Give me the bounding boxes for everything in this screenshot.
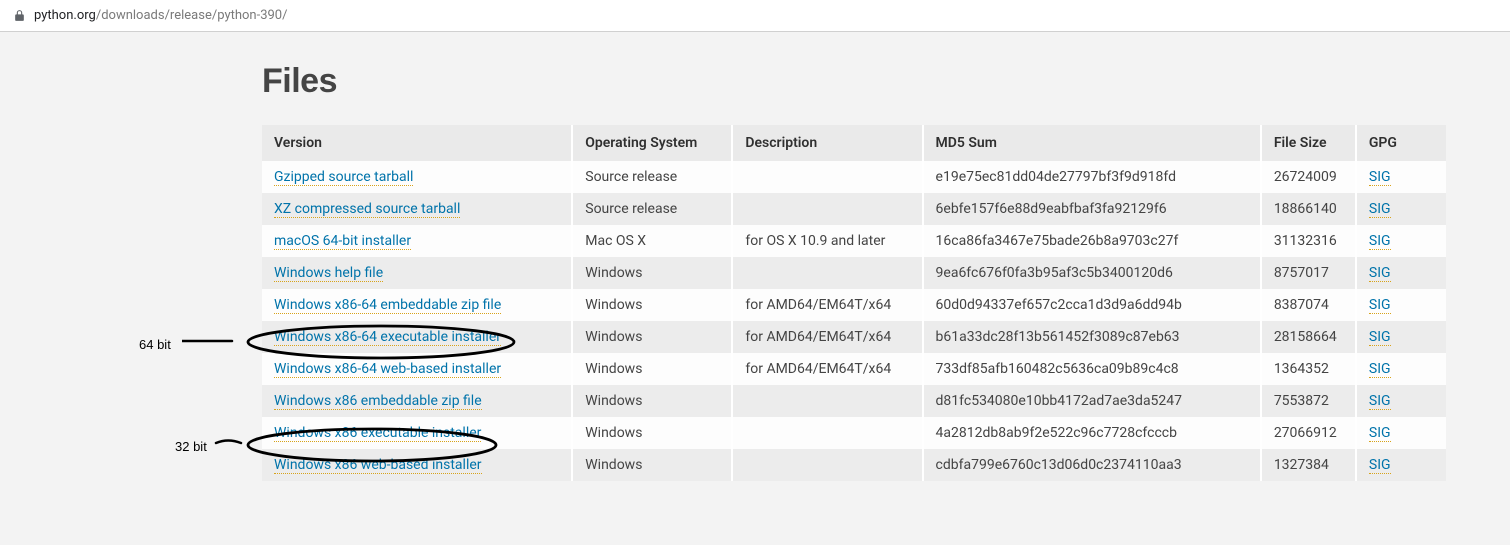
page-title: Files (262, 62, 1447, 101)
cell-size: 1327384 (1261, 449, 1356, 481)
cell-md5: 60d0d94337ef657c2cca1d3d9a6dd94b (923, 289, 1261, 321)
cell-os: Windows (572, 289, 732, 321)
cell-size: 7553872 (1261, 385, 1356, 417)
download-link[interactable]: XZ compressed source tarball (274, 201, 460, 218)
cell-os: Windows (572, 385, 732, 417)
cell-os: Windows (572, 321, 732, 353)
url-path: /downloads/release/python-390/ (96, 8, 288, 23)
col-desc: Description (732, 125, 922, 161)
table-row: Windows x86 embeddable zip file Windows d8… (262, 385, 1446, 417)
cell-desc: for AMD64/EM64T/x64 (732, 289, 922, 321)
sig-link[interactable]: SIG (1369, 361, 1391, 378)
annotation-label-64bit: 64 bit (139, 337, 171, 352)
content-wrap: Files Version Operating System Descripti… (262, 62, 1447, 481)
cell-md5: cdbfa799e6760c13d06d0c2374110aa3 (923, 449, 1261, 481)
download-link[interactable]: macOS 64-bit installer (274, 233, 411, 250)
cell-md5: e19e75ec81dd04de27797bf3f9d918fd (923, 161, 1261, 193)
cell-desc: for AMD64/EM64T/x64 (732, 353, 922, 385)
cell-size: 26724009 (1261, 161, 1356, 193)
sig-link[interactable]: SIG (1369, 457, 1391, 474)
download-link[interactable]: Windows x86 executable installer (274, 425, 481, 442)
cell-size: 18866140 (1261, 193, 1356, 225)
cell-os: Source release (572, 161, 732, 193)
cell-md5: 16ca86fa3467e75bade26b8a9703c27f (923, 225, 1261, 257)
download-link[interactable]: Gzipped source tarball (274, 169, 413, 186)
col-gpg: GPG (1356, 125, 1446, 161)
download-link[interactable]: Windows help file (274, 265, 383, 282)
sig-link[interactable]: SIG (1369, 201, 1391, 218)
table-row: Gzipped source tarball Source release e19e… (262, 161, 1446, 193)
cell-desc: for AMD64/EM64T/x64 (732, 321, 922, 353)
cell-size: 28158664 (1261, 321, 1356, 353)
cell-desc (732, 193, 922, 225)
cell-md5: 9ea6fc676f0fa3b95af3c5b3400120d6 (923, 257, 1261, 289)
cell-desc (732, 417, 922, 449)
cell-md5: 4a2812db8ab9f2e522c96c7728cfcccb (923, 417, 1261, 449)
cell-os: Windows (572, 353, 732, 385)
download-link[interactable]: Windows x86 embeddable zip file (274, 393, 482, 410)
cell-size: 8387074 (1261, 289, 1356, 321)
url-host: python.org (34, 8, 96, 23)
cell-os: Mac OS X (572, 225, 732, 257)
cell-md5: b61a33dc28f13b561452f3089c87eb63 (923, 321, 1261, 353)
cell-os: Windows (572, 449, 732, 481)
cell-desc (732, 449, 922, 481)
col-os: Operating System (572, 125, 732, 161)
sig-link[interactable]: SIG (1369, 169, 1391, 186)
table-row: XZ compressed source tarball Source relea… (262, 193, 1446, 225)
sig-link[interactable]: SIG (1369, 393, 1391, 410)
cell-size: 1364352 (1261, 353, 1356, 385)
col-md5: MD5 Sum (923, 125, 1261, 161)
table-row: Windows help file Windows 9ea6fc676f0fa3b9… (262, 257, 1446, 289)
col-size: File Size (1261, 125, 1356, 161)
sig-link[interactable]: SIG (1369, 329, 1391, 346)
annotation-label-32bit: 32 bit (175, 439, 207, 454)
sig-link[interactable]: SIG (1369, 425, 1391, 442)
cell-size: 27066912 (1261, 417, 1356, 449)
cell-os: Windows (572, 257, 732, 289)
table-row: macOS 64-bit installer Mac OS Xfor OS X 1… (262, 225, 1446, 257)
page-body: Files Version Operating System Descripti… (0, 32, 1510, 481)
download-link[interactable]: Windows x86-64 web-based installer (274, 361, 501, 378)
cell-size: 31132316 (1261, 225, 1356, 257)
cell-os: Windows (572, 417, 732, 449)
cell-size: 8757017 (1261, 257, 1356, 289)
table-row: Windows x86 executable installer Windows 4… (262, 417, 1446, 449)
table-row: Windows x86 web-based installer Windows cd… (262, 449, 1446, 481)
sig-link[interactable]: SIG (1369, 265, 1391, 282)
table-row: Windows x86-64 web-based installer Window… (262, 353, 1446, 385)
cell-desc (732, 257, 922, 289)
cell-md5: 6ebfe157f6e88d9eabfbaf3fa92129f6 (923, 193, 1261, 225)
table-row: Windows x86-64 executable installer Windo… (262, 321, 1446, 353)
lock-icon (12, 9, 26, 23)
download-link[interactable]: Windows x86-64 embeddable zip file (274, 297, 501, 314)
cell-desc (732, 385, 922, 417)
sig-link[interactable]: SIG (1369, 297, 1391, 314)
sig-link[interactable]: SIG (1369, 233, 1391, 250)
download-link[interactable]: Windows x86 web-based installer (274, 457, 482, 474)
table-header-row: Version Operating System Description MD5… (262, 125, 1446, 161)
cell-md5: d81fc534080e10bb4172ad7ae3da5247 (923, 385, 1261, 417)
cell-os: Source release (572, 193, 732, 225)
col-version: Version (262, 125, 572, 161)
cell-desc (732, 161, 922, 193)
table-row: Windows x86-64 embeddable zip file Window… (262, 289, 1446, 321)
cell-md5: 733df85afb160482c5636ca09b89c4c8 (923, 353, 1261, 385)
cell-desc: for OS X 10.9 and later (732, 225, 922, 257)
files-table: Version Operating System Description MD5… (262, 125, 1447, 481)
download-link[interactable]: Windows x86-64 executable installer (274, 329, 501, 346)
browser-url-bar[interactable]: python.org/downloads/release/python-390/ (0, 0, 1510, 32)
